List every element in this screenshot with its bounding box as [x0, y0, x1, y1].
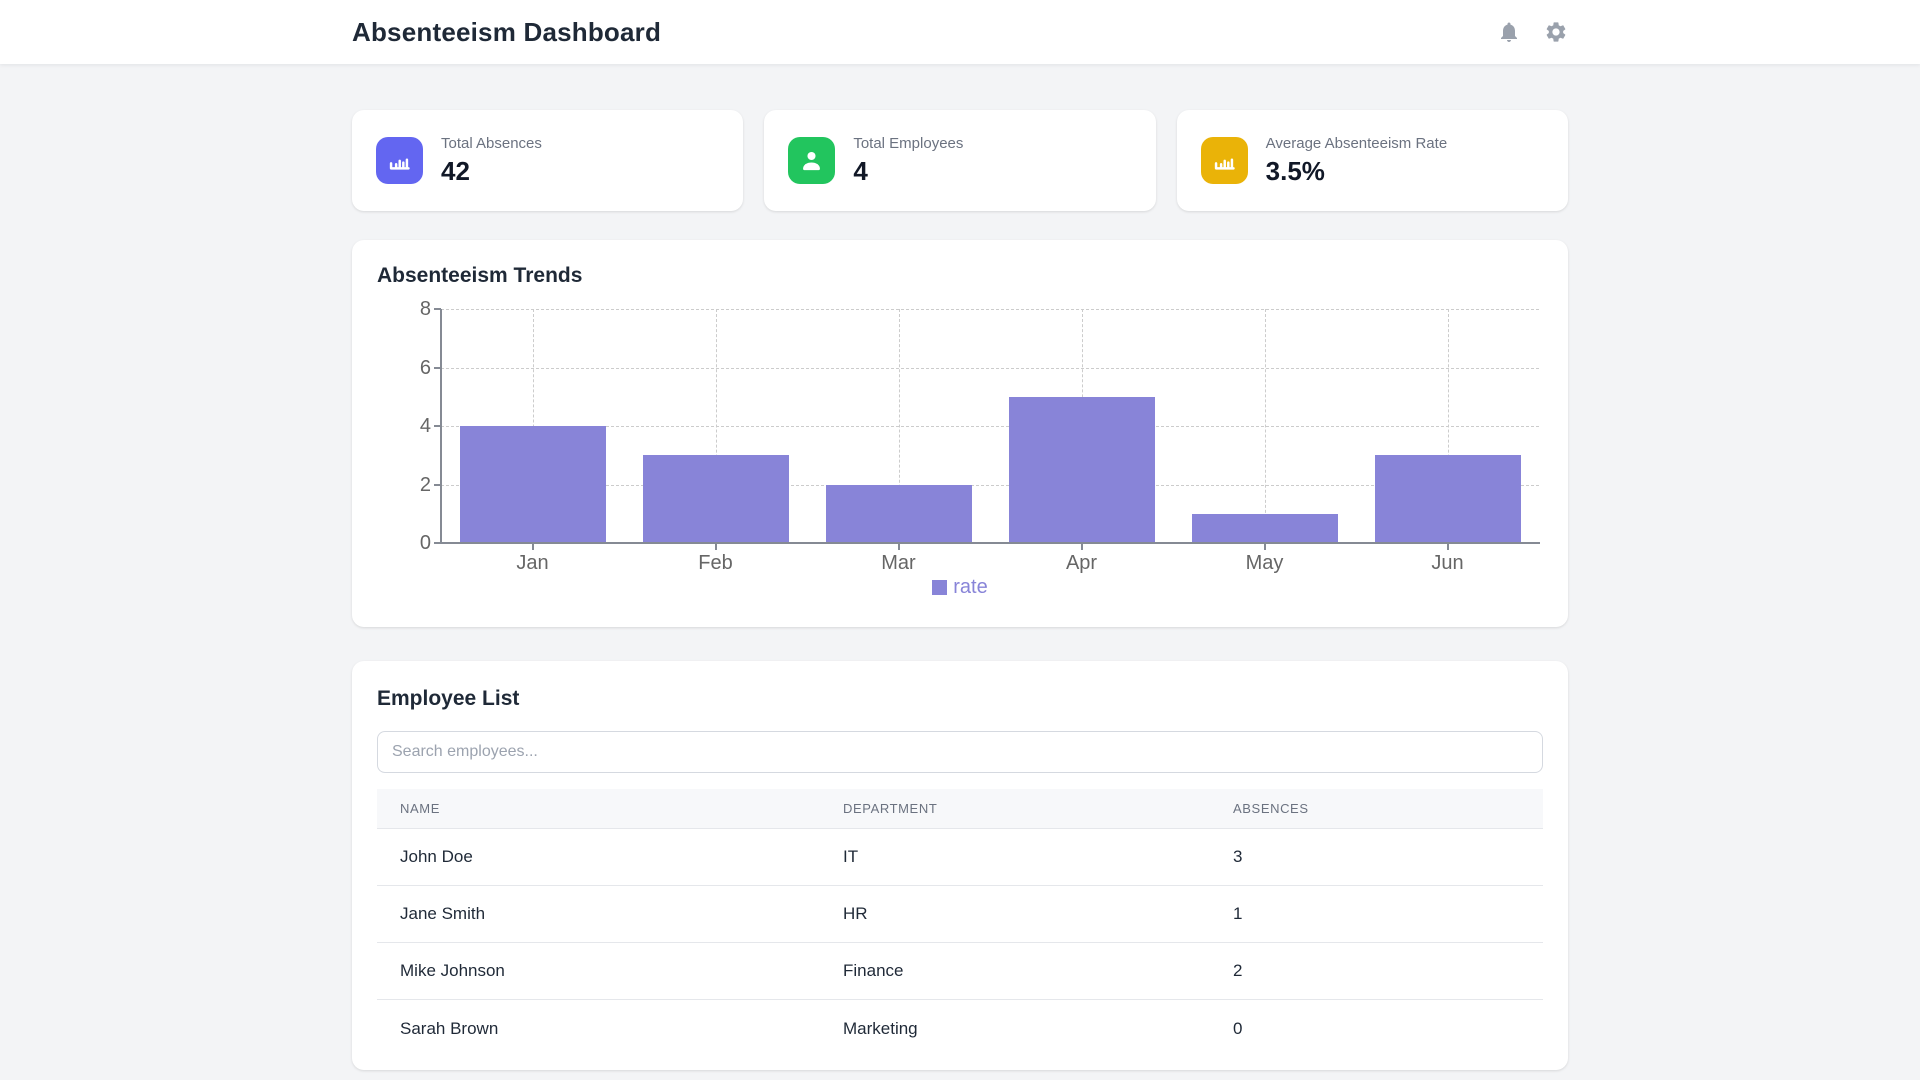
header-actions	[1497, 20, 1568, 44]
gridline-horizontal	[441, 426, 1539, 427]
stat-icon-badge	[788, 137, 835, 184]
column-header-name: NAME	[377, 801, 843, 816]
stat-label: Total Absences	[441, 135, 542, 152]
bell-icon	[1497, 20, 1521, 44]
y-axis-line	[440, 309, 442, 544]
user-icon	[798, 147, 825, 174]
stat-label: Average Absenteeism Rate	[1266, 135, 1448, 152]
table-cell-name: Jane Smith	[377, 904, 843, 924]
legend-swatch	[932, 580, 947, 595]
stats-row: Total Absences 42 Total Employees 4	[352, 110, 1568, 211]
chart-title: Absenteeism Trends	[377, 264, 1543, 288]
x-axis-tick	[1081, 543, 1083, 550]
x-tick-label: Feb	[671, 552, 761, 574]
bar-chart-icon	[1211, 147, 1238, 174]
table-row[interactable]: John DoeIT3	[377, 829, 1543, 886]
gridline-horizontal	[441, 309, 1539, 310]
notifications-button[interactable]	[1497, 20, 1521, 44]
x-axis-tick	[532, 543, 534, 550]
y-tick-label: 2	[377, 475, 431, 495]
stat-label: Total Employees	[853, 135, 963, 152]
table-header-row: NAME DEPARTMENT ABSENCES	[377, 789, 1543, 829]
stat-card-absenteeism-rate: Average Absenteeism Rate 3.5%	[1177, 110, 1568, 211]
table-cell-absences: 3	[1233, 847, 1543, 867]
employee-table: NAME DEPARTMENT ABSENCES John DoeIT3Jane…	[377, 789, 1543, 1057]
table-cell-department: Marketing	[843, 1019, 1233, 1039]
chart-bar-jan[interactable]	[460, 426, 606, 543]
y-tick-label: 8	[377, 299, 431, 319]
stat-card-total-employees: Total Employees 4	[764, 110, 1155, 211]
page-title: Absenteeism Dashboard	[352, 17, 661, 48]
bar-chart-icon	[386, 147, 413, 174]
table-cell-name: Sarah Brown	[377, 1019, 843, 1039]
stat-icon-badge	[1201, 137, 1248, 184]
gridline-vertical	[1265, 309, 1266, 543]
table-cell-department: Finance	[843, 961, 1233, 981]
employee-list-card: Employee List NAME DEPARTMENT ABSENCES J…	[352, 661, 1568, 1070]
bar-chart: 0 2 4 6 8 Jan Feb Mar Apr May Jun rate	[377, 296, 1543, 601]
stat-value: 3.5%	[1266, 156, 1448, 187]
y-tick-label: 0	[377, 533, 431, 553]
x-axis-tick	[898, 543, 900, 550]
table-body: John DoeIT3Jane SmithHR1Mike JohnsonFina…	[377, 829, 1543, 1057]
stat-card-total-absences: Total Absences 42	[352, 110, 743, 211]
chart-bar-feb[interactable]	[643, 455, 789, 543]
column-header-absences: ABSENCES	[1233, 801, 1543, 816]
gear-icon	[1544, 20, 1568, 44]
x-tick-label: May	[1220, 552, 1310, 574]
table-row[interactable]: Sarah BrownMarketing0	[377, 1000, 1543, 1057]
chart-legend: rate	[377, 577, 1543, 597]
x-axis-tick	[715, 543, 717, 550]
stat-text: Total Employees 4	[853, 135, 963, 187]
chart-bar-apr[interactable]	[1009, 397, 1155, 543]
chart-bar-may[interactable]	[1192, 514, 1338, 543]
stat-text: Total Absences 42	[441, 135, 542, 187]
x-tick-label: Mar	[854, 552, 944, 574]
x-tick-label: Apr	[1037, 552, 1127, 574]
y-tick-label: 6	[377, 358, 431, 378]
table-cell-name: Mike Johnson	[377, 961, 843, 981]
search-input[interactable]	[377, 731, 1543, 773]
table-cell-department: HR	[843, 904, 1233, 924]
x-axis-line	[440, 542, 1540, 544]
x-tick-label: Jan	[488, 552, 578, 574]
stat-icon-badge	[376, 137, 423, 184]
stat-value: 42	[441, 156, 542, 187]
settings-button[interactable]	[1544, 20, 1568, 44]
main-content: Total Absences 42 Total Employees 4	[352, 110, 1568, 1070]
table-cell-name: John Doe	[377, 847, 843, 867]
chart-bar-jun[interactable]	[1375, 455, 1521, 543]
table-row[interactable]: Jane SmithHR1	[377, 886, 1543, 943]
table-cell-absences: 0	[1233, 1019, 1543, 1039]
chart-bar-mar[interactable]	[826, 485, 972, 544]
y-tick-label: 4	[377, 416, 431, 436]
legend-label: rate	[953, 577, 987, 597]
table-cell-department: IT	[843, 847, 1233, 867]
column-header-department: DEPARTMENT	[843, 801, 1233, 816]
x-axis-tick	[1264, 543, 1266, 550]
gridline-horizontal	[441, 368, 1539, 369]
stat-text: Average Absenteeism Rate 3.5%	[1266, 135, 1448, 187]
x-tick-label: Jun	[1403, 552, 1493, 574]
table-row[interactable]: Mike JohnsonFinance2	[377, 943, 1543, 1000]
table-cell-absences: 1	[1233, 904, 1543, 924]
employee-list-title: Employee List	[377, 687, 1543, 711]
chart-card: Absenteeism Trends 0 2 4 6 8 Jan Feb Mar Apr May J…	[352, 240, 1568, 627]
header: Absenteeism Dashboard	[0, 0, 1920, 64]
stat-value: 4	[853, 156, 963, 187]
x-axis-tick	[1447, 543, 1449, 550]
table-cell-absences: 2	[1233, 961, 1543, 981]
